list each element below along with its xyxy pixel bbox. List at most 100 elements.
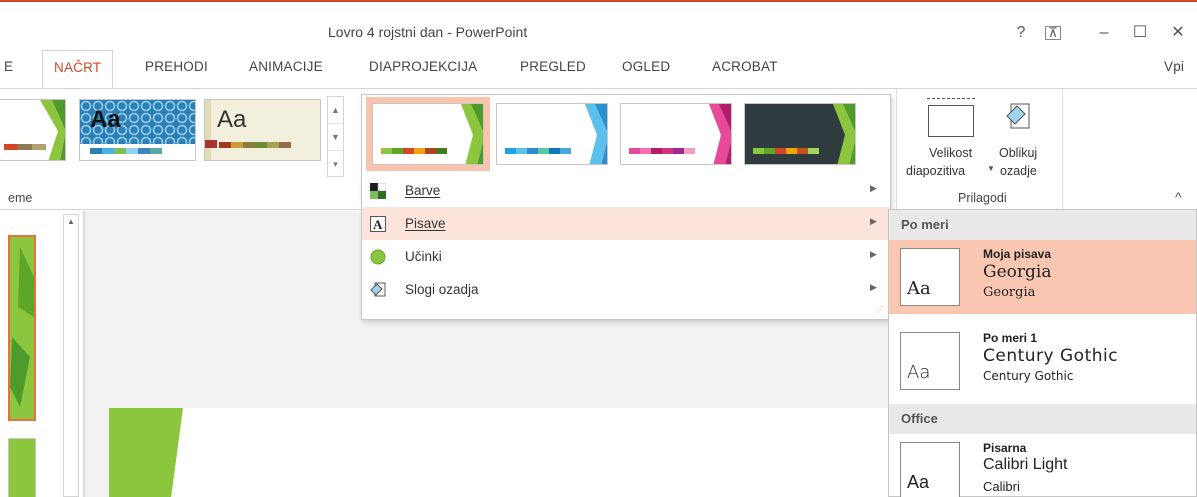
submenu-arrow-icon: ▶ bbox=[870, 282, 877, 292]
format-background-icon[interactable] bbox=[1003, 102, 1033, 134]
minimize-icon[interactable]: – bbox=[1092, 22, 1116, 44]
slide-thumbnail-2[interactable] bbox=[8, 438, 36, 497]
variant-thumbnail-blue[interactable] bbox=[496, 103, 608, 165]
fonts-icon: A bbox=[370, 216, 386, 232]
theme-swatches bbox=[90, 148, 162, 154]
variants-dropdown: Barve ▶ A Pisave ▶ Učinki ▶ Slogi ozadja… bbox=[361, 94, 891, 320]
font-preview: Aa bbox=[900, 248, 960, 306]
chevron-down-icon: ▼ bbox=[987, 164, 995, 173]
theme-swatches bbox=[219, 142, 291, 148]
gallery-scroll[interactable]: ▲ ▼ ▾ bbox=[327, 96, 344, 177]
format-background-button[interactable]: Oblikuj bbox=[999, 146, 1037, 160]
variant-art bbox=[833, 104, 855, 164]
body-font: Georgia bbox=[983, 285, 1036, 300]
scroll-down-icon[interactable]: ▼ bbox=[328, 124, 343, 151]
tab-file-partial[interactable]: E bbox=[4, 59, 13, 74]
tab-view[interactable]: OGLED bbox=[622, 59, 670, 74]
scroll-up-icon[interactable]: ▲ bbox=[328, 97, 343, 124]
customize-group-label: Prilagodi bbox=[958, 191, 1007, 205]
title-bar: Lovro 4 rojstni dan - PowerPoint ? ⊼ – ☐… bbox=[0, 2, 1197, 50]
collapse-ribbon-icon[interactable]: ^ bbox=[1175, 189, 1182, 205]
menu-item-label: Barve bbox=[405, 183, 441, 198]
menu-item-label: Slogi ozadja bbox=[405, 282, 479, 297]
theme-thumbnail[interactable]: Aa bbox=[204, 99, 321, 161]
effects-icon bbox=[370, 249, 386, 265]
menu-item-label: Pisave bbox=[405, 216, 446, 231]
panel-scrollbar[interactable]: ▲ bbox=[63, 214, 79, 497]
window-title: Lovro 4 rojstni dan - PowerPoint bbox=[328, 24, 528, 40]
font-set-name: Pisarna bbox=[983, 441, 1027, 455]
theme-sample-text: Aa bbox=[217, 106, 247, 133]
variant-thumbnail-pink[interactable] bbox=[620, 103, 732, 165]
variant-art bbox=[461, 104, 483, 164]
slide-size-button-line2[interactable]: diapozitiva bbox=[906, 164, 965, 178]
ribbon-display-options-icon[interactable]: ⊼ bbox=[1045, 26, 1061, 40]
close-icon[interactable]: ✕ bbox=[1166, 22, 1190, 44]
font-preview-glyph: Aa bbox=[907, 472, 930, 492]
help-icon[interactable]: ? bbox=[1009, 22, 1033, 44]
slide-art bbox=[109, 408, 183, 497]
font-set-name: Po meri 1 bbox=[983, 331, 1038, 345]
gallery-more-icon[interactable]: ▾ bbox=[328, 151, 343, 178]
format-background-button-line2[interactable]: ozadje bbox=[1000, 164, 1037, 178]
slide-size-button[interactable]: Velikost bbox=[929, 146, 972, 160]
custom-section-header: Po meri bbox=[889, 210, 1196, 240]
font-set-name: Moja pisava bbox=[983, 247, 1052, 261]
fonts-submenu: Po meri Aa Moja pisava Georgia Georgia A… bbox=[888, 209, 1197, 497]
tab-animations[interactable]: ANIMACIJE bbox=[249, 59, 323, 74]
menu-item-effects[interactable]: Učinki ▶ bbox=[362, 240, 890, 273]
background-styles-icon bbox=[370, 282, 386, 297]
tab-review[interactable]: PREGLED bbox=[520, 59, 586, 74]
slide-art bbox=[10, 237, 34, 419]
font-option-po-meri-1[interactable]: Aa Po meri 1 Century Gothic Century Goth… bbox=[889, 324, 1196, 398]
menu-item-label: Učinki bbox=[405, 249, 442, 264]
font-preview: Aa bbox=[900, 442, 960, 497]
variant-swatches bbox=[505, 148, 571, 154]
tab-slideshow[interactable]: DIAPROJEKCIJA bbox=[369, 59, 477, 74]
theme-thumbnail[interactable] bbox=[0, 99, 66, 161]
menu-item-background-styles[interactable]: Slogi ozadja ▶ bbox=[362, 273, 890, 306]
signin-link[interactable]: Vpi bbox=[1164, 59, 1184, 74]
variant-art bbox=[585, 104, 607, 164]
theme-thumbnail[interactable]: Aa bbox=[79, 99, 196, 161]
slide-thumbnail-panel: ▲ bbox=[0, 211, 84, 497]
variant-swatches bbox=[629, 148, 695, 154]
variant-art bbox=[709, 104, 731, 164]
theme-art bbox=[40, 100, 65, 160]
group-divider bbox=[896, 89, 897, 210]
tab-acrobat[interactable]: ACROBAT bbox=[712, 59, 778, 74]
font-preview-glyph: Aa bbox=[907, 278, 931, 299]
heading-font: Georgia bbox=[983, 262, 1052, 282]
themes-group-label: eme bbox=[8, 191, 33, 205]
theme-stripe bbox=[205, 100, 211, 160]
heading-font: Calibri Light bbox=[983, 456, 1068, 473]
font-option-moja-pisava[interactable]: Aa Moja pisava Georgia Georgia bbox=[889, 240, 1196, 314]
variant-thumbnail-green[interactable] bbox=[372, 103, 484, 165]
scroll-up-icon[interactable]: ▲ bbox=[67, 217, 75, 226]
body-font: Calibri bbox=[983, 479, 1020, 494]
variant-thumbnail-dark[interactable] bbox=[744, 103, 856, 165]
slide-size-icon[interactable] bbox=[927, 98, 975, 137]
theme-accent-mark bbox=[205, 140, 217, 148]
svg-text:A: A bbox=[373, 217, 383, 232]
slide-thumbnail-1[interactable] bbox=[8, 235, 36, 421]
resize-grip-icon[interactable]: ⋰ bbox=[876, 305, 884, 314]
submenu-arrow-icon: ▶ bbox=[870, 183, 877, 193]
ribbon-tabs: E NAČRT PREHODI ANIMACIJE DIAPROJEKCIJA … bbox=[0, 50, 1197, 89]
theme-sample-text: Aa bbox=[90, 106, 121, 133]
group-divider bbox=[1062, 89, 1063, 210]
office-section-header: Office bbox=[889, 404, 1196, 434]
heading-font: Century Gothic bbox=[983, 346, 1119, 366]
submenu-arrow-icon: ▶ bbox=[870, 249, 877, 259]
tab-transitions[interactable]: PREHODI bbox=[145, 59, 208, 74]
font-option-pisarna[interactable]: Aa Pisarna Calibri Light Calibri bbox=[889, 434, 1196, 497]
variant-swatches bbox=[753, 148, 819, 154]
menu-item-colors[interactable]: Barve ▶ bbox=[362, 174, 890, 207]
font-preview-glyph: Aa bbox=[907, 362, 931, 383]
maximize-icon[interactable]: ☐ bbox=[1128, 22, 1152, 44]
colors-icon bbox=[370, 183, 386, 199]
tab-design[interactable]: NAČRT bbox=[42, 50, 114, 89]
theme-swatches bbox=[4, 144, 46, 150]
menu-item-fonts[interactable]: A Pisave ▶ bbox=[362, 207, 890, 240]
variant-swatches bbox=[381, 148, 447, 154]
